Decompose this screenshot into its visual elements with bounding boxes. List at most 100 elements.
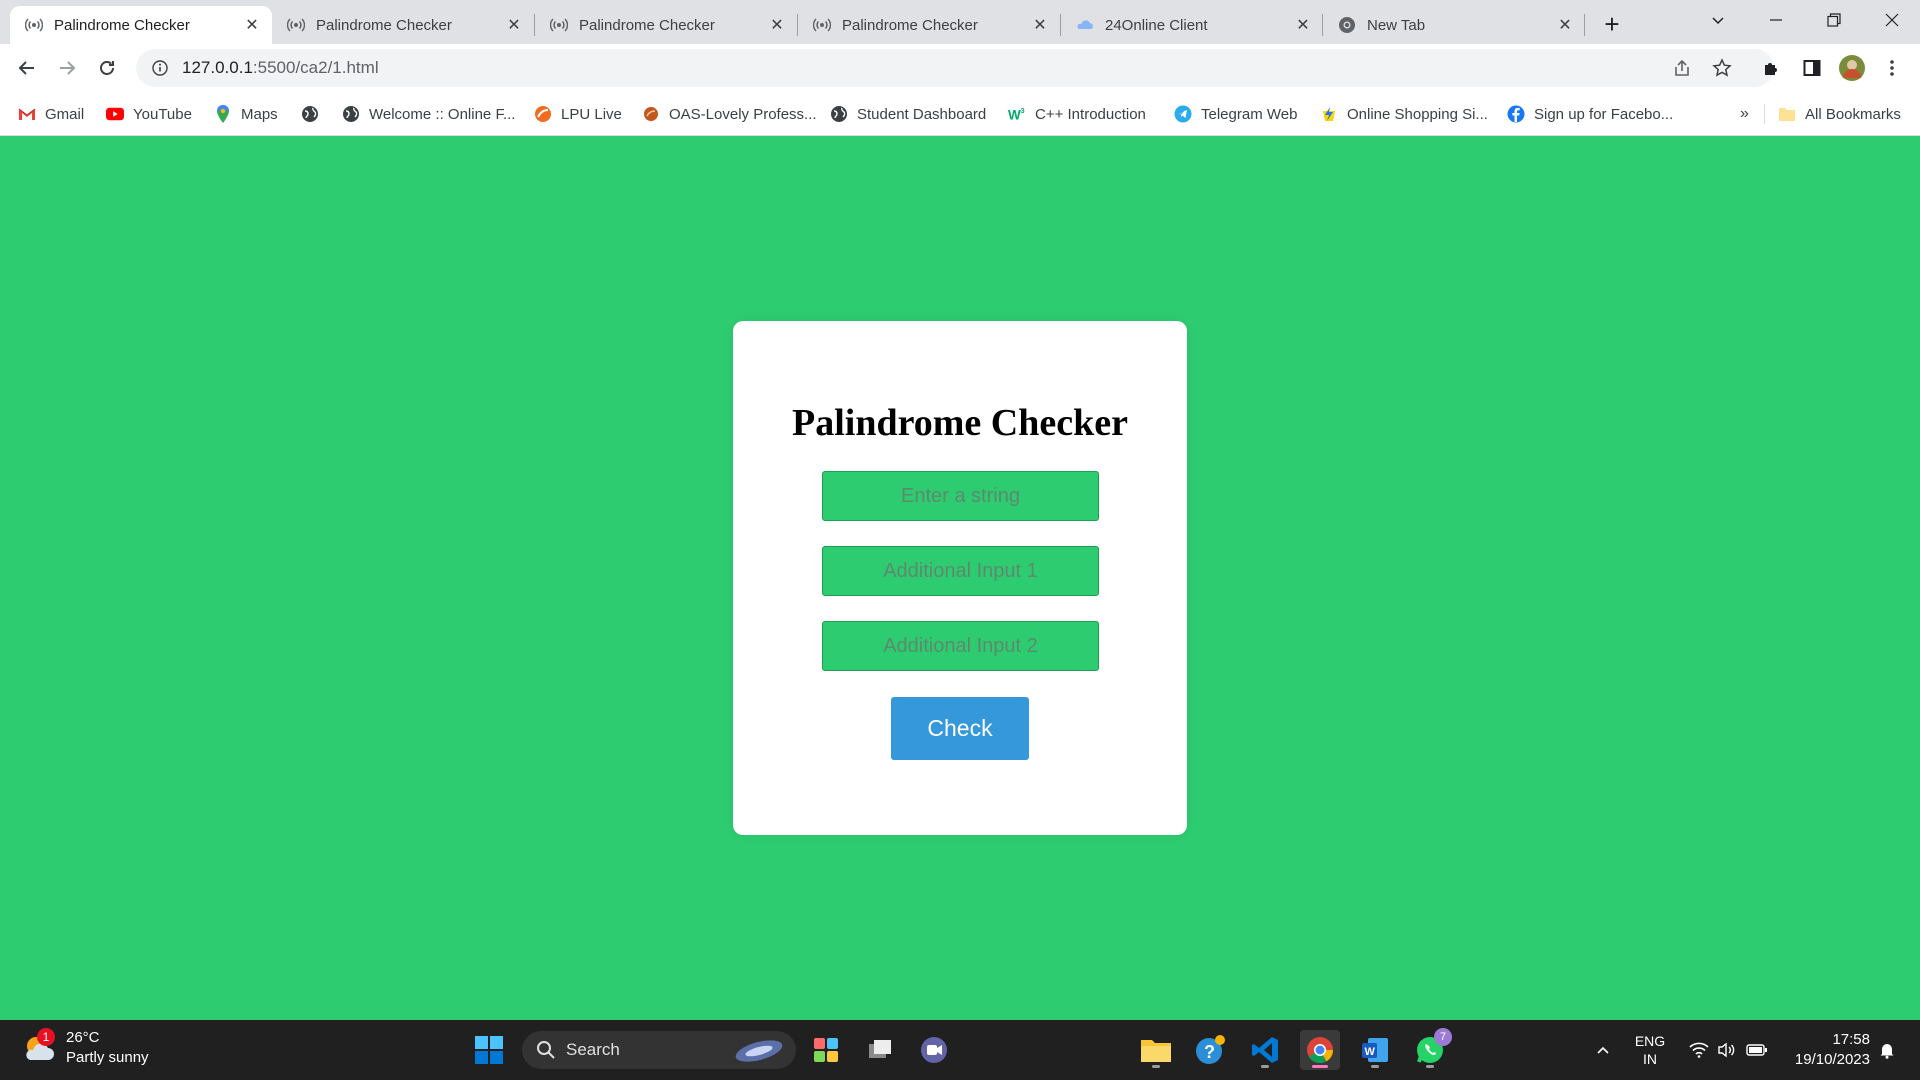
tab-new-tab[interactable]: New Tab ✕ (1323, 6, 1585, 44)
bookmark-label: C++ Introduction (1035, 105, 1146, 123)
tab-palindrome-1[interactable]: Palindrome Checker ✕ (10, 6, 272, 44)
battery-status[interactable] (1742, 1020, 1772, 1080)
gmail-icon (18, 105, 36, 123)
check-button[interactable]: Check (891, 697, 1029, 760)
teams-button[interactable] (914, 1030, 954, 1070)
bookmarks-divider (1764, 104, 1765, 124)
back-button[interactable] (11, 52, 43, 84)
close-icon[interactable]: ✕ (242, 15, 262, 35)
copilot-button[interactable] (806, 1030, 846, 1070)
additional-input-1[interactable] (822, 546, 1099, 596)
broadcast-icon (812, 15, 832, 35)
tab-24online[interactable]: 24Online Client ✕ (1061, 6, 1323, 44)
volume-status[interactable] (1712, 1020, 1742, 1080)
tab-palindrome-3[interactable]: Palindrome Checker ✕ (535, 6, 797, 44)
forward-button[interactable] (51, 52, 83, 84)
start-button[interactable] (469, 1030, 509, 1070)
chrome-icon (1307, 1037, 1334, 1064)
bookmark-welcome-online[interactable]: Welcome :: Online F... (342, 102, 515, 126)
close-icon[interactable]: ✕ (767, 15, 787, 35)
avatar-icon (1839, 55, 1865, 81)
close-icon[interactable]: ✕ (1030, 15, 1050, 35)
bookmark-facebook[interactable]: Sign up for Facebo... (1507, 102, 1673, 126)
bookmark-lpu-live[interactable]: LPU Live (534, 102, 622, 126)
bookmark-online-shopping[interactable]: Online Shopping Si... (1320, 102, 1488, 126)
url-host: 127.0.0.1 (182, 58, 253, 77)
language-indicator[interactable]: ENG IN (1628, 1020, 1672, 1080)
minimize-icon (1770, 19, 1782, 21)
help-app-button[interactable]: ? (1190, 1030, 1230, 1070)
show-hidden-icons-button[interactable] (1588, 1020, 1618, 1080)
bookmarks-overflow-button[interactable]: » (1740, 102, 1749, 126)
wifi-status[interactable] (1684, 1020, 1714, 1080)
windows-icon (475, 1036, 503, 1064)
extensions-button[interactable] (1756, 52, 1788, 84)
menu-button[interactable] (1876, 52, 1908, 84)
bookmark-globe[interactable] (301, 102, 328, 126)
close-icon[interactable]: ✕ (1293, 15, 1313, 35)
bookmark-telegram[interactable]: Telegram Web (1174, 102, 1297, 126)
url-text: 127.0.0.1:5500/ca2/1.html (182, 58, 379, 78)
bookmark-maps[interactable]: Maps (214, 102, 278, 126)
tab-palindrome-4[interactable]: Palindrome Checker ✕ (798, 6, 1060, 44)
task-view-button[interactable] (860, 1030, 900, 1070)
weather-temp: 26°C (66, 1029, 100, 1046)
partly-sunny-icon: 1 (22, 1028, 58, 1066)
tab-palindrome-2[interactable]: Palindrome Checker ✕ (272, 6, 534, 44)
info-icon[interactable] (150, 58, 170, 78)
cloud-icon (1075, 15, 1095, 35)
oas-icon (642, 105, 660, 123)
weather-desc: Partly sunny (66, 1049, 149, 1066)
bookmark-label: Maps (241, 105, 278, 123)
search-highlight-icon (735, 1040, 783, 1062)
close-window-button[interactable] (1864, 0, 1920, 40)
folder-icon (1141, 1040, 1171, 1062)
bookmark-label: Student Dashboard (857, 105, 987, 123)
kebab-menu-icon (1890, 60, 1894, 76)
new-tab-button[interactable]: + (1596, 8, 1628, 40)
bookmark-oas[interactable]: OAS-Lovely Profess... (642, 102, 817, 126)
word-button[interactable]: W (1355, 1030, 1395, 1070)
bookmark-star-button[interactable] (1706, 52, 1738, 84)
restore-button[interactable] (1806, 0, 1862, 40)
svg-text:?: ? (1204, 1042, 1215, 1062)
tab-search-button[interactable] (1690, 0, 1746, 40)
clock-date: 19/10/2023 (1794, 1051, 1870, 1068)
browser-toolbar: 127.0.0.1:5500/ca2/1.html (0, 44, 1920, 92)
string-input[interactable] (822, 471, 1099, 521)
additional-input-2[interactable] (822, 621, 1099, 671)
file-explorer-button[interactable] (1136, 1030, 1176, 1070)
address-bar[interactable]: 127.0.0.1:5500/ca2/1.html (136, 49, 1774, 87)
bookmark-label: LPU Live (561, 105, 622, 123)
bookmark-label: Online Shopping Si... (1347, 105, 1488, 123)
bookmark-cpp-intro[interactable]: W3 C++ Introduction (1008, 102, 1146, 126)
share-button[interactable] (1666, 52, 1698, 84)
close-icon[interactable]: ✕ (1555, 15, 1575, 35)
running-indicator (1426, 1065, 1434, 1068)
notification-badge: 7 (1434, 1028, 1452, 1046)
whatsapp-button[interactable]: 7 (1410, 1028, 1452, 1070)
all-bookmarks-button[interactable]: All Bookmarks (1778, 102, 1901, 126)
reload-button[interactable] (91, 52, 123, 84)
running-indicator (1261, 1065, 1269, 1068)
maps-icon (214, 105, 232, 123)
profile-avatar[interactable] (1836, 52, 1868, 84)
all-bookmarks-label: All Bookmarks (1805, 105, 1901, 123)
notifications-button[interactable] (1872, 1020, 1902, 1080)
weather-widget[interactable]: 1 26°C Partly sunny (22, 1028, 149, 1068)
vscode-button[interactable] (1245, 1030, 1285, 1070)
minimize-button[interactable] (1748, 0, 1804, 40)
battery-icon (1746, 1044, 1767, 1056)
close-icon[interactable]: ✕ (504, 15, 524, 35)
side-panel-button[interactable] (1796, 52, 1828, 84)
bookmark-gmail[interactable]: Gmail (18, 102, 84, 126)
globe-icon (830, 105, 848, 123)
bookmark-youtube[interactable]: YouTube (106, 102, 192, 126)
globe-icon (301, 105, 319, 123)
share-icon (1675, 59, 1689, 76)
bookmark-student-dashboard[interactable]: Student Dashboard (830, 102, 986, 126)
taskbar-search[interactable]: Search (522, 1031, 796, 1069)
clock[interactable]: 17:58 19/10/2023 (1778, 1030, 1870, 1070)
chrome-taskbar-button[interactable] (1300, 1030, 1340, 1070)
bookmarks-bar: Gmail YouTube Maps Welcome :: Online F..… (0, 92, 1920, 136)
